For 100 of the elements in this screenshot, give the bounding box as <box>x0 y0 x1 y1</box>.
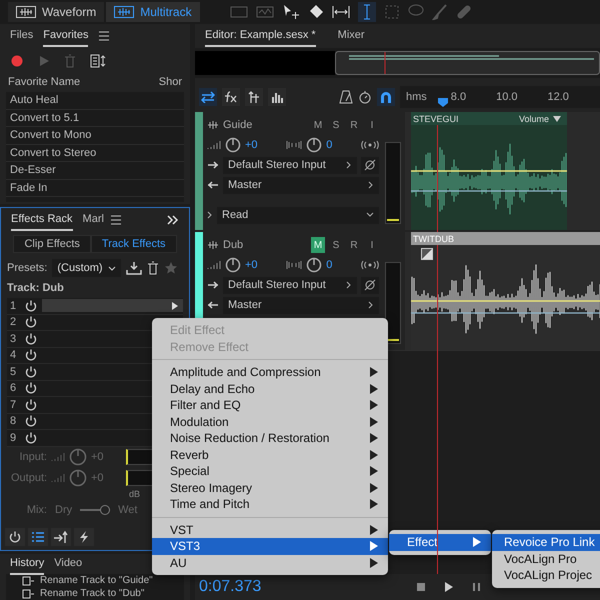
track-toggle-button[interactable]: R <box>347 237 361 253</box>
favorite-item[interactable]: Convert to 5.1 <box>6 110 184 127</box>
power-icon[interactable] <box>24 332 38 346</box>
menu-item[interactable]: Stereo Imagery <box>152 480 388 496</box>
download-icon[interactable] <box>126 261 142 275</box>
chevron-icon[interactable] <box>207 211 213 219</box>
input-selector[interactable]: Default Stereo Input <box>223 276 357 294</box>
power-icon[interactable] <box>24 298 38 313</box>
monitor-signal-icon[interactable] <box>361 260 380 270</box>
overview-scroll-thumb[interactable] <box>335 51 600 75</box>
power-icon[interactable] <box>24 414 38 428</box>
record-icon[interactable] <box>10 54 24 68</box>
output-selector[interactable]: Master <box>223 176 379 194</box>
menu-item[interactable]: AU <box>152 554 388 571</box>
menu-item[interactable]: Filter and EQ <box>152 397 388 414</box>
power-icon[interactable] <box>24 381 38 396</box>
column-header[interactable]: Favorite Name <box>8 76 80 88</box>
menu-item[interactable]: Noise Reduction / Restoration <box>152 430 388 446</box>
track-color-strip[interactable] <box>195 112 203 230</box>
mode-tab[interactable]: Clip Effects <box>13 235 91 253</box>
send-icon[interactable] <box>248 91 260 103</box>
presets-dropdown[interactable]: (Custom) <box>52 259 121 277</box>
menu-item[interactable]: Amplitude and Compression <box>152 364 388 380</box>
knob-icon[interactable] <box>225 137 241 153</box>
favorite-item[interactable]: Convert to Stereo <box>6 144 184 162</box>
menu-item[interactable]: VocALign Pro <box>492 550 600 567</box>
list-icon[interactable] <box>31 531 45 543</box>
menu-item[interactable]: VST <box>152 522 388 538</box>
menu-item[interactable]: Special <box>152 463 388 480</box>
menu-item[interactable]: VST3 <box>152 538 388 554</box>
power-icon[interactable] <box>24 348 38 362</box>
volume-value[interactable]: +0 <box>245 139 258 151</box>
slip-tool-icon[interactable] <box>332 5 350 19</box>
stop-icon[interactable] <box>416 582 426 592</box>
fx-icon[interactable] <box>224 91 238 103</box>
knob-icon[interactable] <box>306 137 322 153</box>
play-arrow-icon[interactable] <box>171 300 179 311</box>
metronome-icon[interactable] <box>339 90 353 104</box>
track-toggle-button[interactable]: I <box>365 117 379 133</box>
menu-item[interactable]: Modulation <box>152 414 388 430</box>
fade-handle-icon[interactable] <box>421 248 433 260</box>
favorite-item[interactable]: De-Esser <box>6 162 184 180</box>
input-selector[interactable]: Default Stereo Input <box>223 156 357 174</box>
track-name[interactable]: Dub <box>223 239 244 251</box>
favorite-item[interactable]: Convert to Mono <box>6 127 184 144</box>
panel-tab[interactable]: Effects Rack <box>11 209 73 231</box>
dropdown-triangle-icon[interactable] <box>553 116 561 122</box>
menu-item[interactable]: Reverb <box>152 446 388 463</box>
history-item[interactable]: Rename Track to "Dub" <box>40 588 144 599</box>
phase-invert-icon[interactable] <box>364 159 376 171</box>
power-icon[interactable] <box>24 364 38 379</box>
menu-item[interactable]: Delay and Echo <box>152 380 388 397</box>
stopwatch-icon[interactable] <box>358 90 372 104</box>
menu-item[interactable]: Time and Pitch <box>152 496 388 512</box>
panel-tab[interactable]: Favorites <box>43 25 88 47</box>
time-ruler[interactable]: hms 8.0 10.0 12.0 <box>400 86 600 108</box>
power-icon[interactable] <box>8 530 22 544</box>
panel-tab[interactable]: Marl <box>82 209 104 231</box>
star-icon[interactable] <box>164 261 178 275</box>
favorite-item[interactable]: Auto Heal <box>6 92 184 110</box>
knob-icon[interactable] <box>225 257 241 273</box>
pause-icon[interactable] <box>472 582 482 592</box>
bar-graph-icon[interactable] <box>271 91 283 103</box>
track-toggle-button[interactable]: R <box>347 117 361 133</box>
pan-value[interactable]: 0 <box>326 259 332 271</box>
pan-value[interactable]: 0 <box>326 139 332 151</box>
monitor-signal-icon[interactable] <box>361 140 380 150</box>
track-toggle-button[interactable]: S <box>329 117 343 133</box>
phase-invert-icon[interactable] <box>364 279 376 291</box>
menu-icon[interactable] <box>98 31 110 41</box>
panel-tab[interactable]: Files <box>10 25 34 47</box>
play-icon[interactable] <box>444 581 454 593</box>
history-item[interactable]: Rename Track to "Guide" <box>40 575 153 586</box>
track-toggle-button[interactable]: S <box>329 237 343 253</box>
lightning-icon[interactable] <box>78 530 90 544</box>
menu-item[interactable]: VocALign Projec <box>492 567 600 584</box>
editor-tab[interactable]: Mixer <box>338 25 365 47</box>
track-toggle-button[interactable]: M <box>311 117 325 133</box>
routing-icon[interactable] <box>53 530 69 544</box>
workspace-tab[interactable]: Waveform <box>8 2 104 22</box>
panel-tab[interactable]: Video <box>54 553 82 575</box>
menu-item[interactable]: Revoice Pro Link <box>492 534 600 550</box>
automation-dropdown[interactable]: Read <box>217 206 379 224</box>
time-selection-icon[interactable] <box>362 4 372 20</box>
track-name[interactable]: Guide <box>223 119 252 131</box>
output-selector[interactable]: Master <box>223 296 379 314</box>
power-icon[interactable] <box>24 430 38 445</box>
menu-icon[interactable] <box>110 215 122 225</box>
list-sort-icon[interactable] <box>90 54 106 68</box>
clip-volume-label[interactable]: Volume <box>518 114 549 124</box>
power-icon[interactable] <box>24 398 38 412</box>
track-toggle-button[interactable]: I <box>365 237 379 253</box>
overflow-chevrons-icon[interactable] <box>167 215 179 225</box>
menu-item[interactable]: Effect <box>389 534 491 550</box>
swap-arrows-icon[interactable] <box>201 91 215 103</box>
workspace-tab[interactable]: Multitrack <box>106 2 200 22</box>
playhead-handle-icon[interactable] <box>438 98 448 107</box>
column-header[interactable]: Shor <box>158 76 182 88</box>
move-tool-icon[interactable] <box>282 4 300 20</box>
mode-tab[interactable]: Track Effects <box>90 235 176 253</box>
